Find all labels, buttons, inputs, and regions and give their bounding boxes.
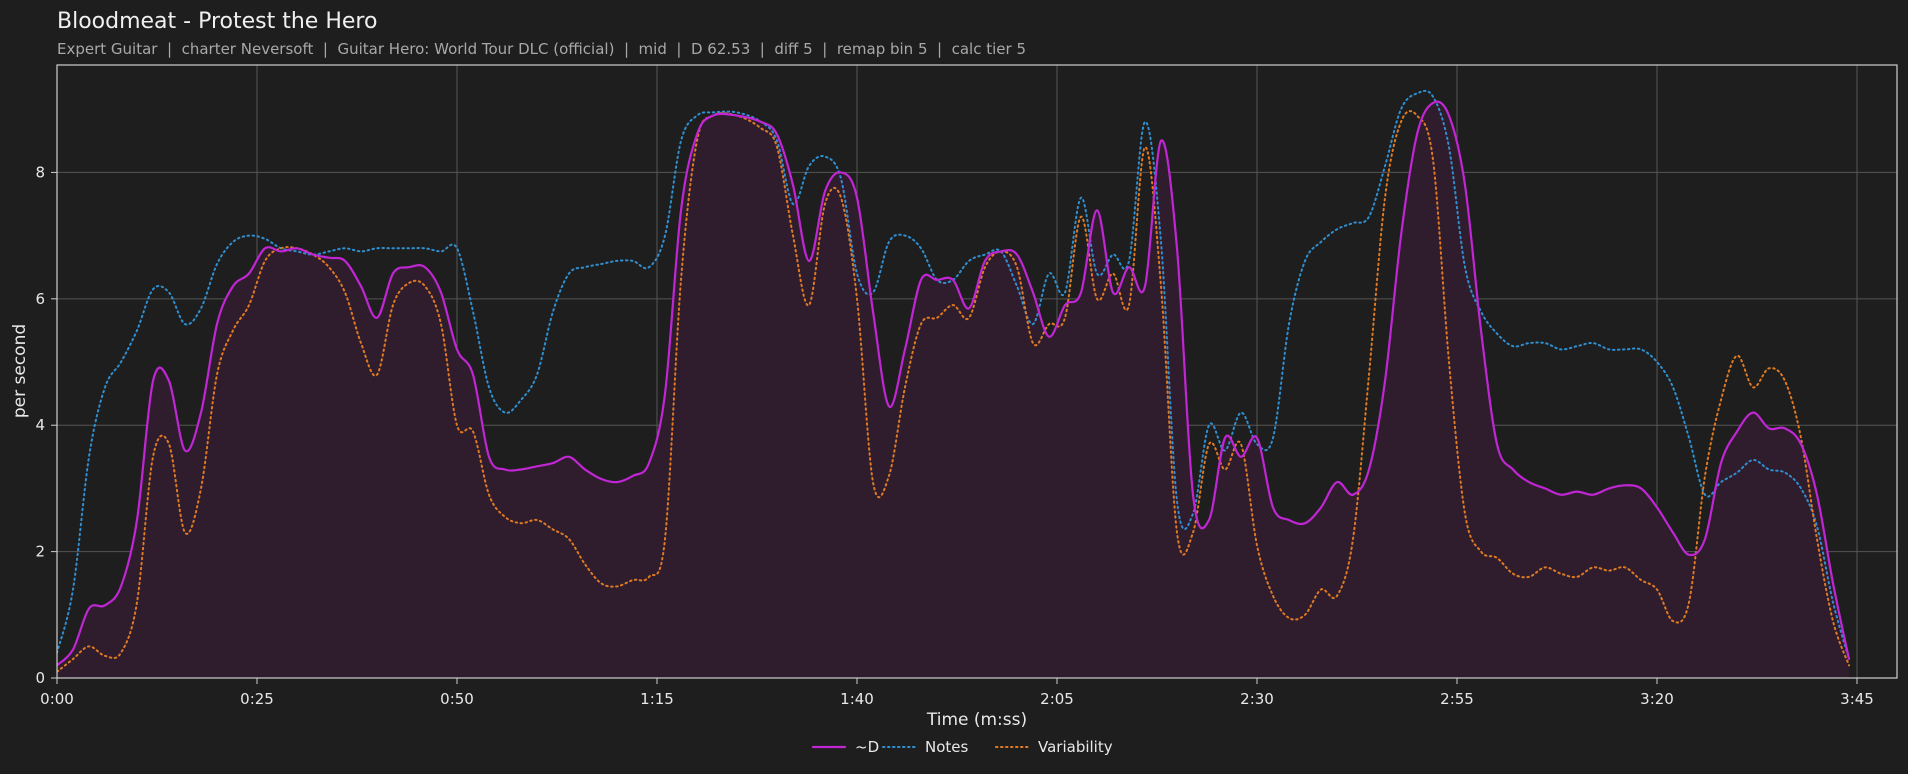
legend-label-variability: Variability	[1038, 738, 1113, 756]
x-tick-label: 1:40	[840, 690, 874, 708]
x-tick-label: 2:30	[1240, 690, 1274, 708]
plot-area	[57, 89, 1851, 678]
chart-subtitle: Expert Guitar | charter Neversoft | Guit…	[57, 40, 1026, 58]
y-tick-label: 8	[35, 163, 45, 181]
x-tick-label: 2:55	[1440, 690, 1474, 708]
x-tick-label: 1:15	[640, 690, 674, 708]
x-axis-label: Time (m:ss)	[926, 710, 1027, 730]
y-tick-label: 0	[35, 669, 45, 687]
y-tick-label: 4	[35, 416, 45, 434]
x-tick-label: 0:00	[40, 690, 74, 708]
x-tick-label: 0:25	[240, 690, 274, 708]
y-tick-label: 6	[35, 290, 45, 308]
chart-title: Bloodmeat - Protest the Hero	[57, 9, 377, 34]
x-tick-label: 2:05	[1040, 690, 1074, 708]
legend-label-d: ~D	[855, 738, 879, 756]
y-axis: 0 2 4 6 8	[35, 163, 57, 687]
legend-label-notes: Notes	[925, 738, 969, 756]
x-tick-label: 0:50	[440, 690, 474, 708]
legend: ~D Notes Variability	[811, 738, 1113, 756]
y-tick-label: 2	[35, 543, 45, 561]
chart: Bloodmeat - Protest the Hero Expert Guit…	[10, 9, 1898, 756]
x-tick-label: 3:45	[1840, 690, 1874, 708]
series-area-d	[57, 101, 1849, 678]
y-axis-label: per second	[10, 324, 30, 418]
x-axis: 0:00 0:25 0:50 1:15 1:40 2:05 2:30 2:55 3:20 3:45	[40, 678, 1874, 708]
x-tick-label: 3:20	[1640, 690, 1674, 708]
